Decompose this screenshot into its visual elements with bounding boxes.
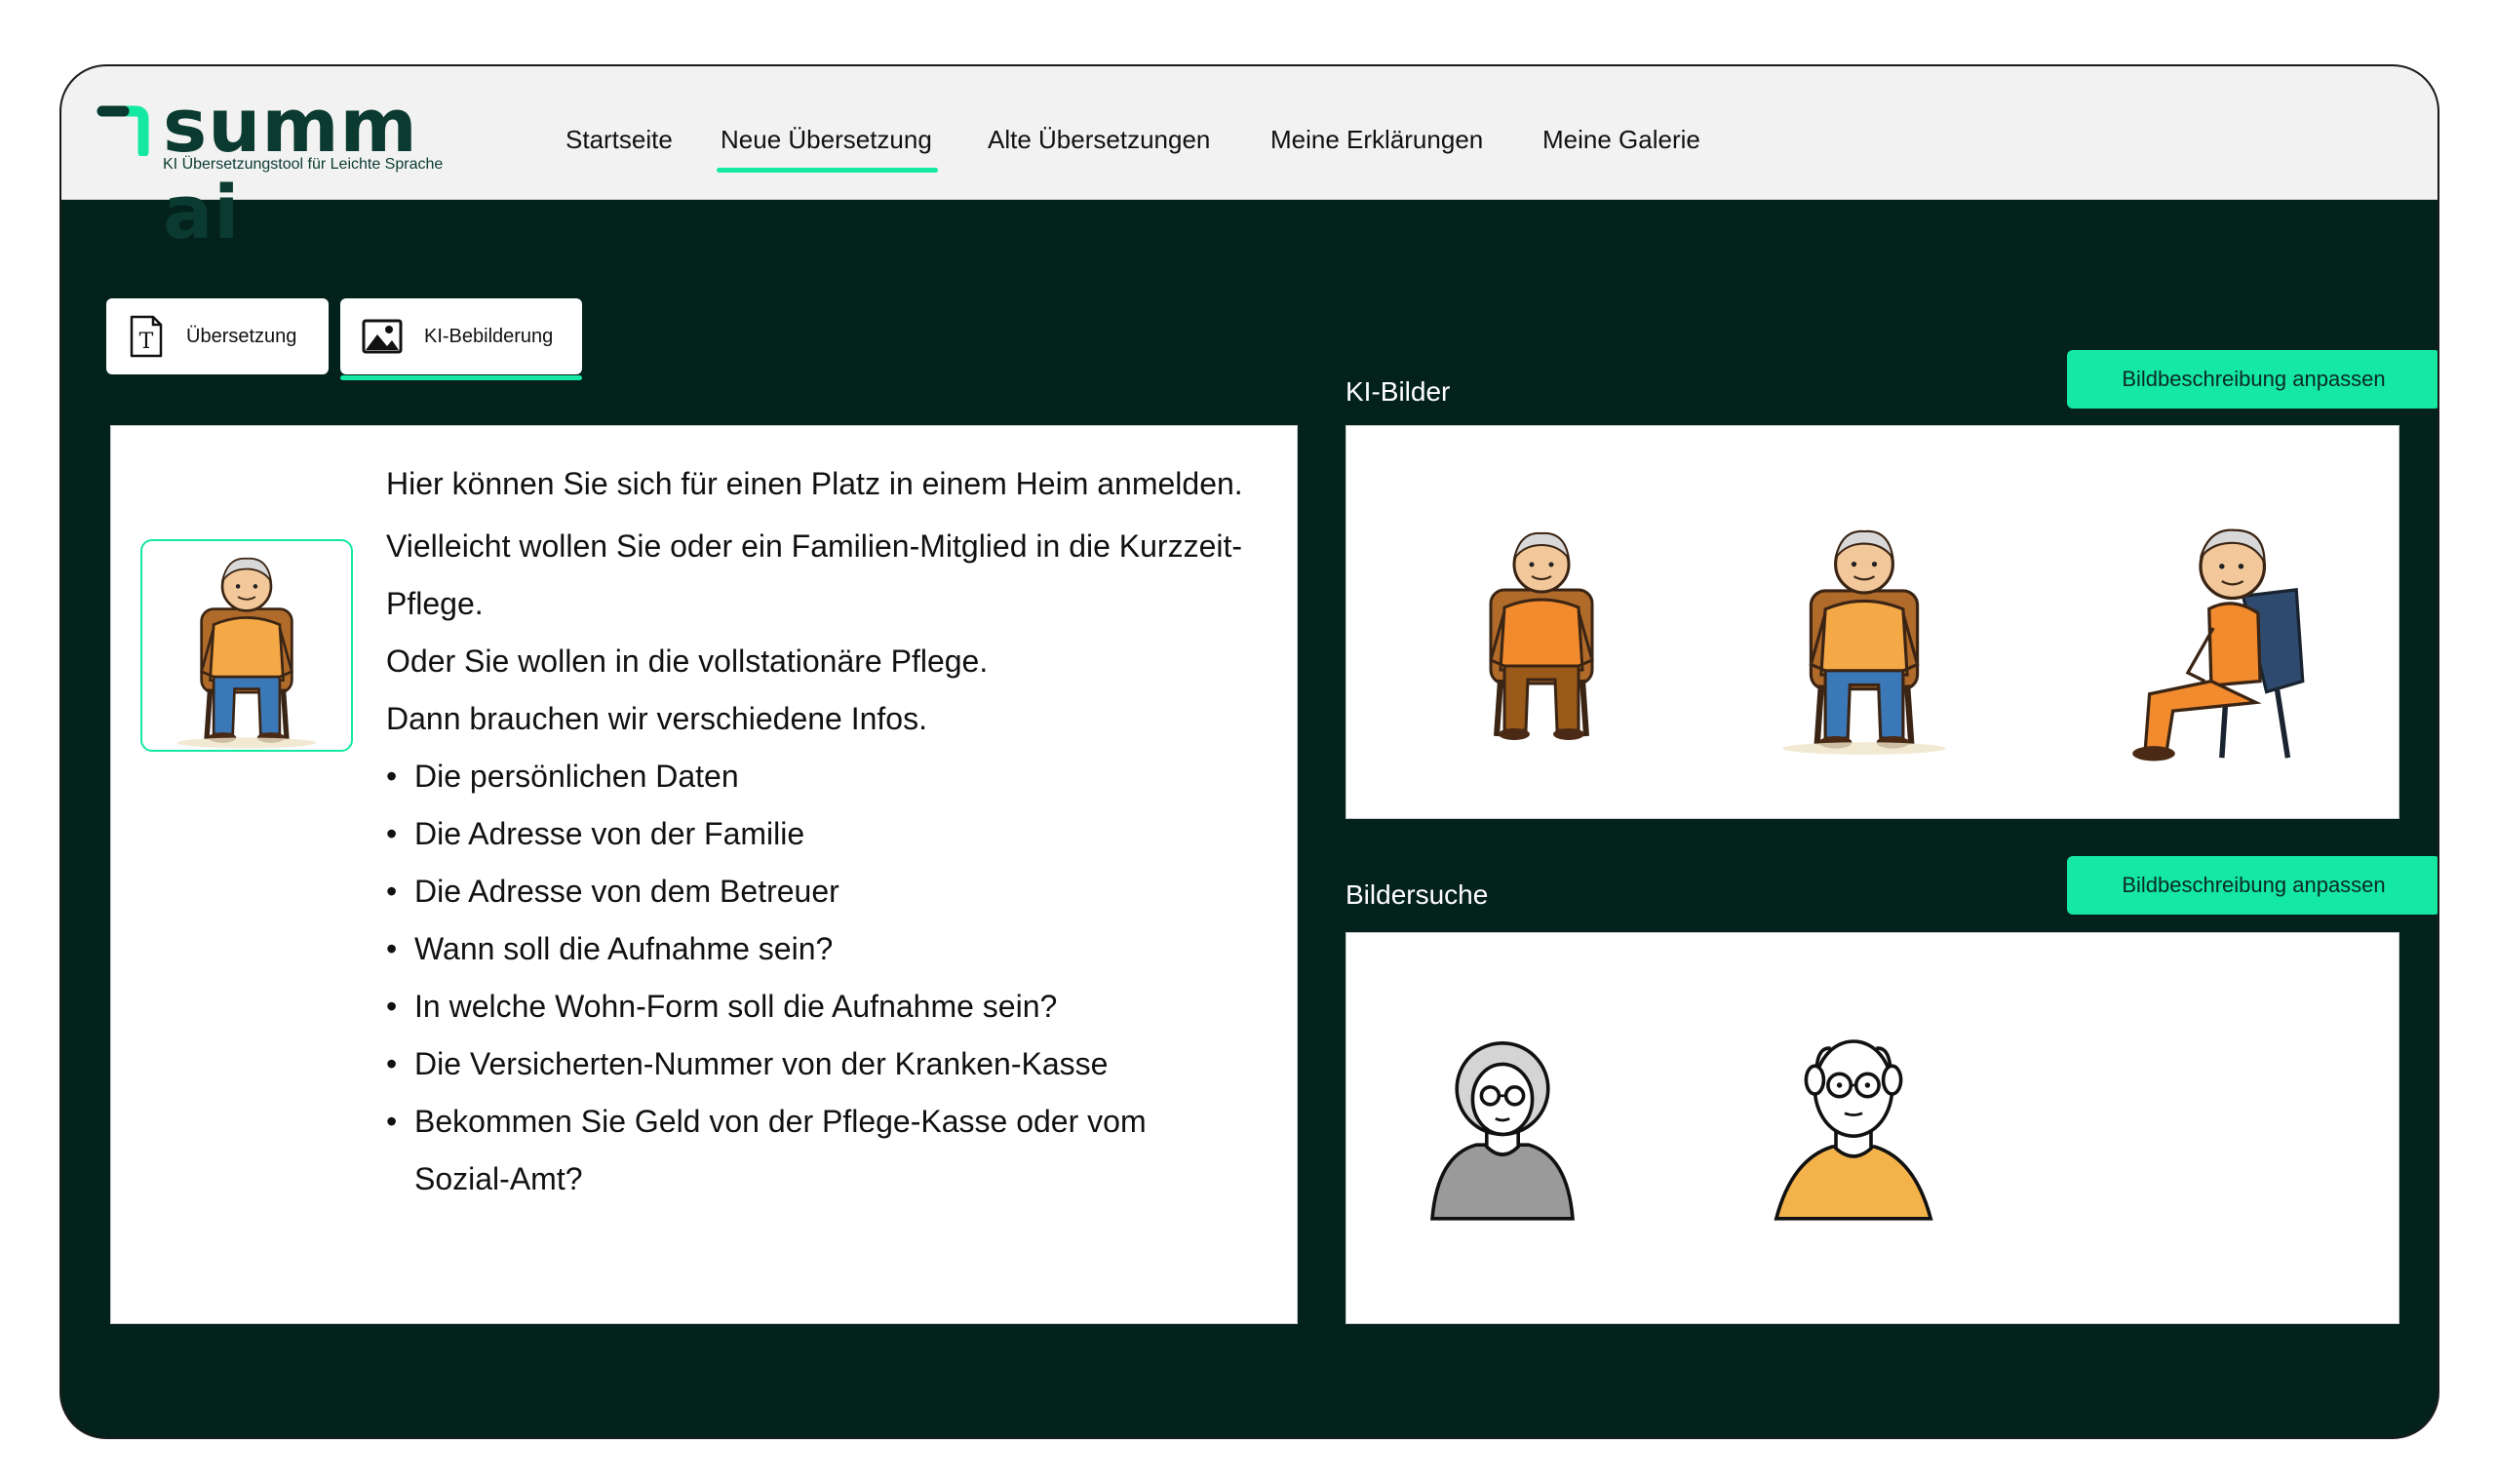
top-header: summ ai KI Übersetzungstool für Leichte …: [61, 66, 2438, 255]
list-item: Die Versicherten-Nummer von der Kranken-…: [386, 1035, 1283, 1093]
tab-uebersetzung-label: Übersetzung: [186, 325, 297, 347]
text-line: Oder Sie wollen in die vollstationäre Pf…: [386, 644, 989, 679]
bildersuche-panel: [1346, 932, 2399, 1324]
tab-ki-bebilderung[interactable]: KI-Bebilderung: [340, 298, 582, 380]
sitting-man-illustration-icon: [142, 541, 351, 750]
text-line: Hier können Sie sich für einen Platz in …: [386, 466, 1243, 501]
brand-tagline: KI Übersetzungstool für Leichte Sprache: [163, 156, 444, 173]
search-image-2[interactable]: [1756, 1015, 1951, 1226]
search-image-1[interactable]: [1415, 1015, 1590, 1226]
nav-item-meine-galerie[interactable]: Meine Galerie: [1542, 125, 1700, 155]
list-item: Bekommen Sie Geld von der Pflege-Kasse o…: [386, 1093, 1166, 1208]
ki-bilder-panel: [1346, 425, 2399, 819]
list-item: Wann soll die Aufnahme sein?: [386, 920, 1283, 978]
ki-image-3[interactable]: [2107, 485, 2341, 793]
text-line: Dann brauchen wir verschiedene Infos.: [386, 701, 927, 736]
nav-item-meine-erklaerungen[interactable]: Meine Erklärungen: [1270, 125, 1483, 155]
bildersuche-title: Bildersuche: [1346, 879, 1489, 910]
ki-image-1[interactable]: [1444, 502, 1639, 760]
man-glasses-icon: [1756, 1015, 1951, 1226]
list-item: In welche Wohn-Form soll die Aufnahme se…: [386, 978, 1283, 1035]
nav-item-alte-uebersetzungen[interactable]: Alte Übersetzungen: [988, 125, 1210, 155]
tab-uebersetzung[interactable]: T Übersetzung: [106, 298, 329, 374]
summ-ai-logo-icon: [97, 105, 149, 156]
sitting-man-side-icon: [2107, 485, 2341, 793]
list-item: Die Adresse von der Familie: [386, 805, 1283, 863]
translated-text-panel: Hier können Sie sich für einen Platz in …: [110, 425, 1298, 1324]
tab-ki-bebilderung-label: KI-Bebilderung: [424, 325, 554, 347]
translation-text: Hier können Sie sich für einen Platz in …: [386, 455, 1283, 1208]
ki-image-2[interactable]: [1762, 506, 1967, 762]
selected-image-thumbnail[interactable]: [140, 539, 353, 752]
list-item: Die persönlichen Daten: [386, 748, 1283, 805]
sitting-man-blue-icon: [1762, 506, 1967, 762]
nav-item-neue-uebersetzung[interactable]: Neue Übersetzung: [717, 125, 938, 173]
text-line: Vielleicht wollen Sie oder ein Familien-…: [386, 528, 1243, 621]
nav-item-startseite[interactable]: Startseite: [566, 125, 673, 155]
svg-text:T: T: [139, 330, 154, 354]
text-document-icon: T: [130, 315, 163, 358]
app-window: summ ai KI Übersetzungstool für Leichte …: [59, 64, 2439, 1439]
brand-logo[interactable]: summ ai KI Übersetzungstool für Leichte …: [97, 82, 506, 255]
image-icon: [362, 319, 403, 354]
list-item: Die Adresse von dem Betreuer: [386, 863, 1283, 920]
ki-bilder-title: KI-Bilder: [1346, 376, 1451, 407]
bullet-list: Die persönlichen Daten Die Adresse von d…: [386, 748, 1283, 1208]
bildersuche-adjust-button[interactable]: Bildbeschreibung anpassen: [2067, 856, 2438, 915]
sitting-man-orange-icon: [1444, 502, 1639, 760]
woman-glasses-icon: [1415, 1015, 1590, 1226]
ki-bilder-adjust-button[interactable]: Bildbeschreibung anpassen: [2067, 350, 2438, 409]
